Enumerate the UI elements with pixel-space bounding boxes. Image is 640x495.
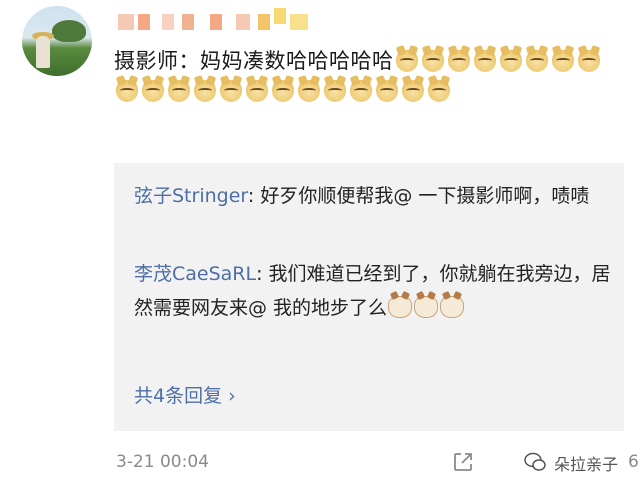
username-mosaic: [118, 8, 318, 36]
view-replies-link[interactable]: 共4条回复 ›: [134, 381, 236, 408]
doge-emoji-icon: [220, 80, 242, 102]
doge-emoji-icon: [577, 50, 600, 72]
doge-emoji-icon: [272, 80, 294, 102]
post-content: 摄影师：妈妈凑数哈哈哈哈哈: [114, 46, 624, 106]
doge-emoji-icon: [298, 80, 320, 102]
doge-emoji-icon: [473, 50, 496, 72]
doge-emoji-icon: [525, 50, 548, 72]
doge-emoji-icon: [116, 80, 138, 102]
doge-emoji-icon: [421, 50, 444, 72]
doge-emoji-icon: [376, 80, 398, 102]
reply-author[interactable]: 李茂CaeSaRL: [134, 263, 256, 285]
cat-emoji-icon: [414, 296, 439, 318]
cat-emoji-icon: [440, 296, 465, 318]
doge-emoji-icon: [324, 80, 346, 102]
like-count[interactable]: 6: [628, 452, 639, 472]
avatar-person: [36, 36, 50, 68]
post-timestamp: 3-21 00:04: [116, 452, 209, 472]
doge-emoji-icon: [350, 80, 372, 102]
share-icon[interactable]: [452, 451, 474, 473]
doge-emoji-icon: [428, 80, 450, 102]
doge-emoji-icon: [395, 50, 418, 72]
doge-emoji-icon: [194, 80, 216, 102]
doge-emoji-icon: [447, 50, 470, 72]
doge-emoji-icon: [246, 80, 268, 102]
user-avatar[interactable]: [22, 6, 92, 76]
reply-item: 弦子Stringer: 好歹你顺便帮我@ 一下摄影师啊，啧啧: [134, 179, 614, 213]
doge-emoji-icon: [499, 50, 522, 72]
reply-text: : 好歹你顺便帮我@ 一下摄影师啊，啧啧: [247, 185, 590, 207]
post-text: 摄影师：妈妈凑数哈哈哈哈哈: [114, 49, 394, 73]
cat-emoji-icon: [388, 296, 413, 318]
doge-emoji-icon: [551, 50, 574, 72]
watermark: 朵拉亲子: [554, 455, 619, 474]
doge-emoji-icon: [142, 80, 164, 102]
cat-emoji-run: [387, 296, 465, 319]
doge-emoji-icon: [402, 80, 424, 102]
reply-panel[interactable]: 弦子Stringer: 好歹你顺便帮我@ 一下摄影师啊，啧啧 李茂CaeSaRL…: [114, 163, 624, 431]
reply-author[interactable]: 弦子Stringer: [134, 185, 248, 207]
reply-item: 李茂CaeSaRL: 我们难道已经到了，你就躺在我旁边，居然需要网友来@ 我的地…: [134, 257, 614, 325]
doge-emoji-icon: [168, 80, 190, 102]
wechat-icon: [524, 452, 546, 471]
avatar-tree: [52, 20, 86, 42]
